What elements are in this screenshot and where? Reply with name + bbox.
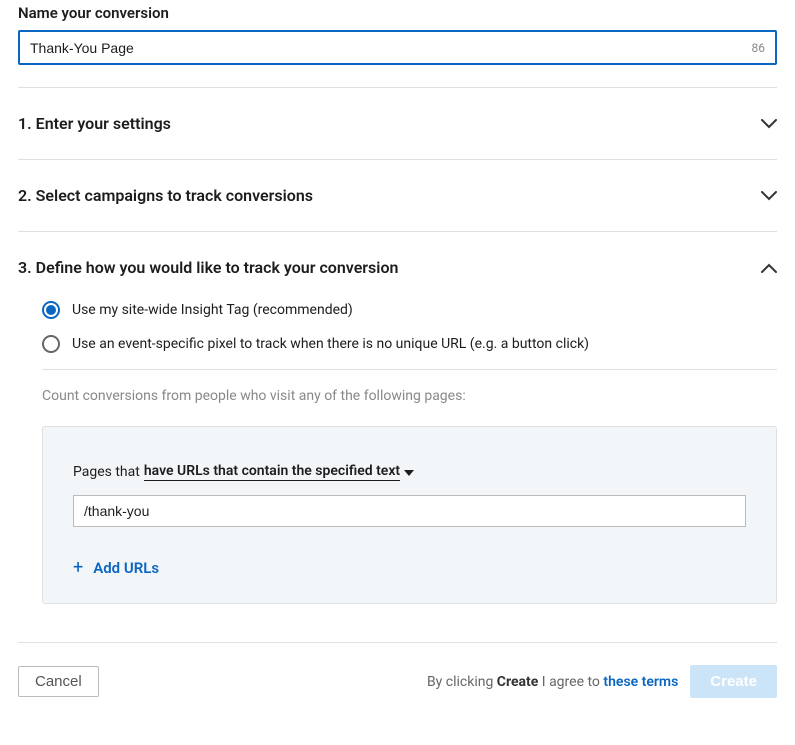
name-input[interactable] [30, 34, 752, 62]
section-title: 3. Define how you would like to track yo… [18, 258, 398, 277]
section-title: 1. Enter your settings [18, 114, 171, 133]
disclaimer-prefix: By clicking [427, 674, 497, 690]
disclaimer-bold: Create [497, 674, 539, 690]
divider [18, 642, 777, 643]
url-rules-box: Pages that have URLs that contain the sp… [42, 426, 777, 604]
add-url-button[interactable]: + Add URLs [73, 559, 159, 577]
name-section: Name your conversion 86 [18, 4, 777, 65]
url-condition-dropdown[interactable]: have URLs that contain the specified tex… [144, 463, 400, 481]
footer: Cancel By clicking Create I agree to the… [18, 665, 777, 698]
url-condition-row: Pages that have URLs that contain the sp… [73, 463, 746, 481]
section-settings[interactable]: 1. Enter your settings [18, 88, 777, 160]
count-helper: Count conversions from people who visit … [42, 388, 777, 404]
tracking-options: Use my site-wide Insight Tag (recommende… [18, 293, 777, 353]
radio-icon-unchecked [42, 335, 60, 353]
chevron-down-icon [761, 116, 777, 132]
name-label: Name your conversion [18, 4, 777, 22]
footer-right: By clicking Create I agree to these term… [427, 665, 777, 698]
section-title: 2. Select campaigns to track conversions [18, 186, 313, 205]
char-counter: 86 [752, 41, 766, 55]
plus-icon: + [73, 559, 83, 577]
caret-down-icon [404, 464, 414, 480]
add-url-label: Add URLs [93, 559, 159, 577]
terms-link[interactable]: these terms [603, 674, 678, 690]
radio-label: Use an event-specific pixel to track whe… [72, 336, 589, 352]
terms-disclaimer: By clicking Create I agree to these term… [427, 674, 678, 690]
section-tracking[interactable]: 3. Define how you would like to track yo… [18, 232, 777, 293]
radio-label: Use my site-wide Insight Tag (recommende… [72, 302, 353, 318]
disclaimer-mid: I agree to [538, 674, 603, 690]
url-input[interactable] [73, 495, 746, 527]
cancel-button[interactable]: Cancel [18, 666, 99, 697]
pages-prefix: Pages that [73, 464, 140, 480]
chevron-up-icon [761, 260, 777, 276]
radio-insight-tag[interactable]: Use my site-wide Insight Tag (recommende… [42, 301, 777, 319]
radio-icon-checked [42, 301, 60, 319]
divider [42, 369, 777, 370]
name-input-container: 86 [18, 30, 777, 65]
section-campaigns[interactable]: 2. Select campaigns to track conversions [18, 160, 777, 232]
radio-event-pixel[interactable]: Use an event-specific pixel to track whe… [42, 335, 777, 353]
condition-text: have URLs that contain the specified tex… [144, 463, 400, 479]
chevron-down-icon [761, 188, 777, 204]
create-button[interactable]: Create [690, 665, 777, 698]
